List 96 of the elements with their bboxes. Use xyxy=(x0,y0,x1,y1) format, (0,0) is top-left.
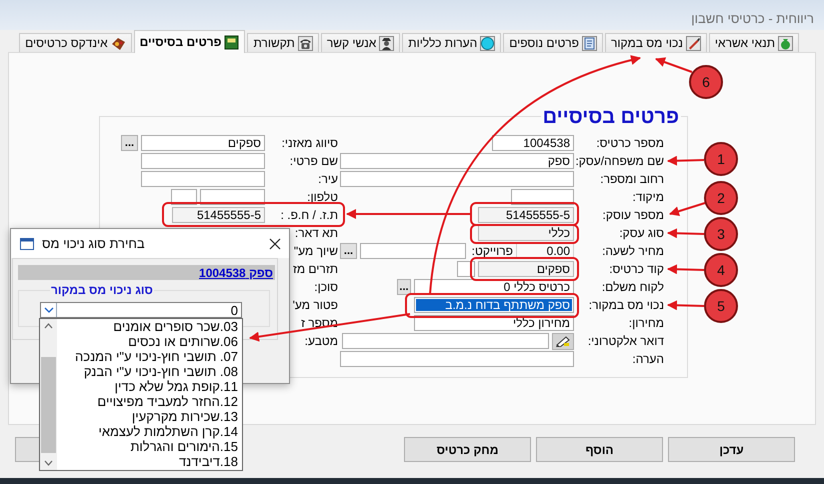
action-button[interactable]: מחק כרטיס xyxy=(404,437,531,462)
window-icon xyxy=(20,238,34,250)
tab[interactable]: פרטים נוספים xyxy=(503,33,604,52)
text-field[interactable]: ספקים xyxy=(141,135,265,151)
field-label: ת.ז. / ח.פ. : xyxy=(280,208,338,222)
person-icon xyxy=(379,36,394,50)
dropdown-option[interactable]: 18.דיבידנד xyxy=(57,454,242,469)
callout-badge: 5 xyxy=(704,289,738,323)
dropdown-option[interactable]: 08. תושבי חוץ-ניכוי ע"י הבנק xyxy=(57,364,242,379)
card-link[interactable]: ספק 1004538 xyxy=(199,266,273,280)
text-field[interactable]: ספקים xyxy=(478,261,574,277)
field-label: מחיר לשעה: xyxy=(601,244,664,258)
browse-button[interactable]: ... xyxy=(397,279,411,295)
field-label: לקוח משלם: xyxy=(600,280,664,294)
field-label: עיר: xyxy=(317,172,338,186)
text-field[interactable] xyxy=(340,351,574,367)
dropdown-option[interactable]: 11.קופת גמל שלא כדין xyxy=(57,379,242,394)
field-label: מספר כרטיס: xyxy=(595,136,664,150)
tab[interactable]: אינדקס כרטיסים xyxy=(19,33,132,52)
text-field[interactable]: 51455555-5 xyxy=(478,207,574,223)
arrow xyxy=(667,300,704,310)
field-label: סוכן: xyxy=(313,280,338,294)
tab[interactable]: אנשי קשר xyxy=(320,33,400,52)
field-label: רחוב ומספר: xyxy=(599,172,664,186)
callout-badge: 1 xyxy=(704,142,738,176)
tab[interactable]: תקשורת xyxy=(247,33,319,52)
field-label: נכוי מס במקור: xyxy=(588,298,664,312)
chevron-down-icon xyxy=(44,307,54,313)
callout-badge: 4 xyxy=(704,253,738,287)
callout-badge: 3 xyxy=(704,217,738,251)
pen-icon xyxy=(686,36,701,50)
arrow xyxy=(667,228,704,238)
dropdown-option[interactable]: 15.הימורים והגרלות xyxy=(57,439,242,454)
dropdown-option[interactable]: 12.החזר למעביד מפיצויים xyxy=(57,394,242,409)
arrow xyxy=(669,202,706,216)
pen-icon xyxy=(555,335,571,347)
card-index-icon xyxy=(110,36,126,50)
field-label: סוג עסק: xyxy=(618,226,664,240)
action-button[interactable]: עדכן xyxy=(668,437,795,462)
field-label: שם משפחה/עסק: xyxy=(574,154,664,168)
text-field[interactable] xyxy=(141,171,265,187)
text-field[interactable] xyxy=(342,333,549,349)
text-field[interactable] xyxy=(141,153,265,169)
chevron-up-icon[interactable] xyxy=(44,323,53,329)
window-title: ריווחית - כרטיסי חשבון xyxy=(691,10,814,26)
scroll-thumb[interactable] xyxy=(41,357,56,453)
field-label: פרוייקט: xyxy=(470,244,513,258)
field-label: מספר עוסק: xyxy=(602,208,664,222)
tab[interactable]: הערות כלליות xyxy=(402,33,502,52)
field-label: שם פרטי: xyxy=(288,154,338,168)
callout-badge: 2 xyxy=(704,181,738,215)
dropdown-option[interactable]: 06.שרותים או נכסים xyxy=(57,334,242,349)
dropdown-option[interactable]: 03.שכר סופרים אומנים xyxy=(57,319,242,334)
dropdown-option[interactable]: 13.שכירות מקרקעין xyxy=(57,409,242,424)
field-label: טלפון: xyxy=(306,190,338,204)
text-field[interactable] xyxy=(340,171,574,187)
tab[interactable]: תנאי אשראי xyxy=(708,33,799,52)
close-button[interactable] xyxy=(269,238,281,250)
document-icon xyxy=(582,36,598,50)
field-label: סיווג מאזני: xyxy=(280,136,338,150)
money-bag-icon xyxy=(778,36,793,50)
chevron-down-icon[interactable] xyxy=(44,460,53,466)
text-field[interactable]: ספק xyxy=(340,153,574,169)
email-button[interactable] xyxy=(552,332,574,350)
dropdown-option[interactable]: 14.קרן השתלמות לעצמאי xyxy=(57,424,242,439)
book-icon xyxy=(224,34,240,50)
dropdown-option[interactable]: 07. תושבי חוץ-ניכוי ע"י המנכה xyxy=(57,349,242,364)
tab[interactable]: נכוי מס במקור xyxy=(605,33,707,52)
field-label: מטבע: xyxy=(304,334,338,348)
field-label: דואר אלקטרוני: xyxy=(586,334,664,348)
close-icon xyxy=(269,238,281,250)
arrow xyxy=(667,156,704,166)
badge-icon xyxy=(480,36,496,50)
field-label: מיקוד: xyxy=(631,190,664,204)
arrow xyxy=(655,57,692,73)
scrollbar[interactable] xyxy=(40,319,57,470)
arrow xyxy=(667,264,704,274)
field-label: הערה: xyxy=(631,352,664,366)
field-label: קוד כרטיס: xyxy=(608,262,664,276)
text-field[interactable]: 1004538 xyxy=(492,135,574,151)
text-field[interactable]: 51455555-5 xyxy=(172,207,265,223)
text-field[interactable] xyxy=(360,243,466,259)
field-label: מחירון: xyxy=(628,316,664,330)
tab[interactable]: פרטים בסיסיים xyxy=(134,30,246,53)
field-label: פטור מע' xyxy=(292,298,338,312)
browse-button[interactable]: ... xyxy=(121,135,138,151)
text-field[interactable]: ספק משתתף בדוח נ.מ.ב xyxy=(414,297,574,313)
callout-badge: 6 xyxy=(689,65,723,99)
field-label: שיוך מע" xyxy=(292,244,338,258)
field-label: תא דאר: xyxy=(294,226,338,240)
text-field[interactable]: כללי xyxy=(478,225,574,241)
dialog-title: בחירת סוג ניכוי מס xyxy=(42,236,145,251)
browse-button[interactable]: ... xyxy=(340,243,357,259)
dropdown-field[interactable]: 0 xyxy=(40,302,242,318)
action-button[interactable]: הוסף xyxy=(536,437,663,462)
value-readout: 0.00 xyxy=(516,243,574,259)
